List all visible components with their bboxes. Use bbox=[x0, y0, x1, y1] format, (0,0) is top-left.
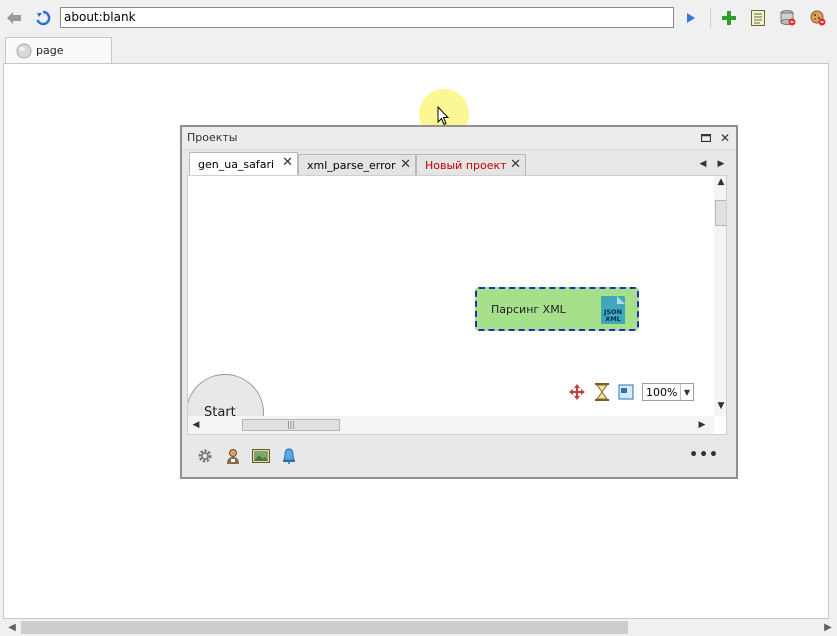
tab-gen-ua-safari[interactable]: gen_ua_safari ✕ bbox=[189, 152, 298, 175]
close-icon[interactable]: ✕ bbox=[282, 155, 293, 170]
scroll-up-icon[interactable]: ▲ bbox=[714, 176, 726, 188]
more-options-icon[interactable]: ••• bbox=[689, 447, 719, 463]
tab-label: Новый проект bbox=[425, 158, 507, 172]
scroll-right-icon[interactable]: ▶ bbox=[696, 419, 708, 431]
browser-toolbar: about:blank bbox=[0, 0, 837, 36]
scrollbar-thumb[interactable] bbox=[715, 200, 726, 226]
mouse-cursor-icon bbox=[437, 105, 450, 126]
chevron-down-icon[interactable]: ▼ bbox=[680, 384, 693, 400]
tab-label: page bbox=[36, 44, 64, 57]
refresh-icon[interactable] bbox=[33, 8, 53, 28]
close-icon[interactable]: ✕ bbox=[400, 157, 411, 172]
scrollbar-thumb[interactable]: ||| bbox=[242, 419, 340, 431]
tab-page[interactable]: page bbox=[5, 37, 112, 63]
back-arrow-icon[interactable] bbox=[4, 8, 24, 28]
clear-cache-icon[interactable] bbox=[778, 8, 798, 28]
scroll-down-icon[interactable]: ▼ bbox=[714, 400, 726, 412]
tab-new-project[interactable]: Новый проект ✕ bbox=[416, 154, 526, 175]
go-icon[interactable] bbox=[681, 8, 701, 28]
xml-parse-node[interactable]: Парсинг XML JSON XML bbox=[475, 287, 639, 331]
panel-footer: ••• bbox=[187, 439, 727, 473]
user-icon[interactable] bbox=[223, 446, 243, 466]
canvas-horizontal-scrollbar[interactable]: ◀ ||| ▶ bbox=[188, 416, 714, 434]
tab-xml-parse-error[interactable]: xml_parse_error ✕ bbox=[298, 154, 416, 175]
toolbar-divider bbox=[710, 8, 711, 28]
close-icon[interactable]: ✕ bbox=[510, 157, 521, 172]
page-horizontal-scrollbar[interactable]: ◀ ▶ bbox=[3, 619, 837, 636]
zoom-toolbar: 100% ▼ bbox=[568, 382, 694, 402]
project-canvas[interactable]: Парсинг XML JSON XML Start 100% ▼ ▲ ▼ ◀ … bbox=[187, 175, 727, 435]
tab-label: xml_parse_error bbox=[307, 158, 396, 172]
tab-scroll-right-icon[interactable]: ▶ bbox=[714, 157, 728, 171]
gear-icon[interactable] bbox=[195, 446, 215, 466]
add-tab-icon[interactable] bbox=[719, 8, 739, 28]
panel-header: Проекты ✕ bbox=[182, 127, 736, 150]
page-source-icon[interactable] bbox=[748, 8, 768, 28]
cookies-icon[interactable] bbox=[808, 8, 828, 28]
maximize-icon[interactable] bbox=[699, 131, 713, 145]
json-xml-icon: JSON XML bbox=[601, 296, 625, 324]
globe-icon bbox=[16, 43, 32, 59]
tab-scroll-left-icon[interactable]: ◀ bbox=[696, 157, 710, 171]
scroll-left-icon[interactable]: ◀ bbox=[5, 621, 19, 634]
canvas-vertical-scrollbar[interactable]: ▲ ▼ bbox=[714, 176, 726, 416]
projects-panel: Проекты ✕ gen_ua_safari ✕ xml_parse_erro… bbox=[180, 125, 738, 479]
zoom-value: 100% bbox=[646, 385, 678, 399]
icon-text-xml: XML bbox=[605, 315, 621, 323]
zoom-select[interactable]: 100% ▼ bbox=[642, 383, 694, 401]
scroll-right-icon[interactable]: ▶ bbox=[821, 621, 835, 634]
image-icon[interactable] bbox=[251, 446, 271, 466]
panel-title: Проекты bbox=[187, 131, 238, 144]
scrollbar-thumb[interactable] bbox=[21, 621, 628, 634]
node-label: Парсинг XML bbox=[491, 303, 566, 316]
close-icon[interactable]: ✕ bbox=[718, 131, 732, 145]
bell-icon[interactable] bbox=[279, 446, 299, 466]
address-bar[interactable]: about:blank bbox=[60, 7, 674, 28]
hourglass-icon[interactable] bbox=[594, 383, 610, 401]
tab-strip bbox=[0, 36, 837, 63]
move-cross-icon[interactable] bbox=[568, 383, 586, 401]
tab-label: gen_ua_safari bbox=[198, 157, 275, 171]
scroll-left-icon[interactable]: ◀ bbox=[190, 419, 202, 431]
minimap-icon[interactable] bbox=[618, 384, 634, 400]
